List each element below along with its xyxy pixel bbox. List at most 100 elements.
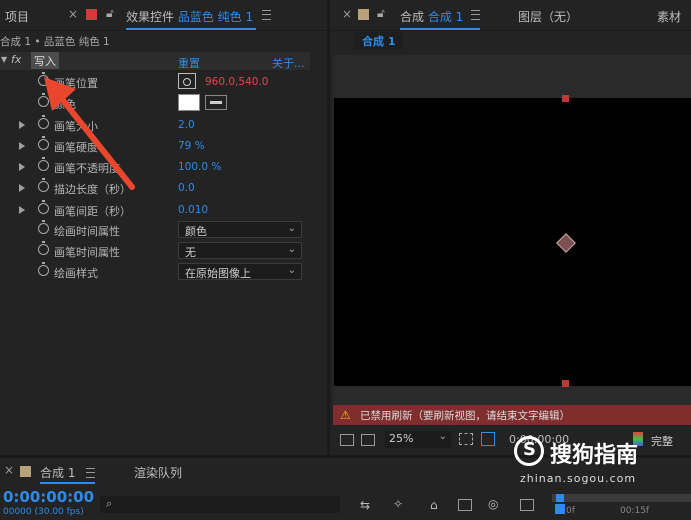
property-name: 绘画时间属性 (54, 225, 120, 238)
warning-bar: ⚠ 已禁用刷新（要刷新视图，请结束文字编辑） (333, 405, 691, 425)
tab-effects-controls[interactable]: 效果控件 品蓝色 纯色 1 (126, 8, 253, 25)
always-preview-icon[interactable] (340, 434, 354, 446)
color-swatch[interactable] (178, 94, 200, 111)
playhead[interactable] (555, 504, 565, 514)
comment-icon[interactable] (520, 499, 534, 511)
dropdown-value: 在原始图像上 (185, 267, 251, 280)
quality-dropdown[interactable]: 完整 (651, 433, 673, 449)
expand-icon[interactable] (19, 184, 25, 192)
tab-effects-label: 效果控件 (126, 10, 175, 24)
stopwatch-icon[interactable] (38, 241, 49, 255)
monitor-icon[interactable] (361, 434, 375, 446)
tab-layer[interactable]: 图层（无） (518, 8, 578, 25)
tab-render-queue[interactable]: 渲染队列 (134, 464, 182, 481)
stopwatch-icon[interactable] (38, 262, 49, 276)
warning-text: 已禁用刷新（要刷新视图，请结束文字编辑） (360, 410, 570, 422)
panel-menu-icon[interactable] (262, 10, 271, 20)
paint-style-dropdown[interactable]: 在原始图像上 ⌄ (178, 263, 302, 280)
lock-icon[interactable]: 🔓︎ (106, 6, 114, 21)
brush-position-value[interactable]: 960.0,540.0 (205, 76, 268, 88)
ruler-end: 00:15f (620, 506, 650, 516)
composition-canvas[interactable] (334, 95, 691, 387)
property-name: 画笔间距（秒） (54, 205, 131, 218)
close-icon[interactable]: × (68, 7, 78, 21)
panel-menu-icon[interactable] (471, 10, 480, 20)
tab-timeline-comp[interactable]: 合成 1 (40, 464, 75, 481)
expand-icon[interactable] (19, 163, 25, 171)
work-area-bar[interactable] (552, 494, 691, 502)
bounding-handle-bottom[interactable] (562, 380, 569, 387)
tab-effects-layer: 品蓝色 纯色 1 (177, 10, 254, 24)
reset-link[interactable]: 重置 (178, 55, 200, 71)
grid-guides-icon[interactable] (459, 433, 473, 445)
property-name: 绘画样式 (54, 267, 98, 280)
graph-editor-icon[interactable]: ◎ (488, 497, 498, 511)
property-value[interactable]: 2.0 (178, 119, 195, 131)
property-row-paint-style: 绘画样式 在原始图像上 ⌄ (0, 262, 310, 283)
fx-icon[interactable]: fx (11, 53, 21, 66)
effects-control-panel: 项目 × 🔓︎ 效果控件 品蓝色 纯色 1 合成 1 • 品蓝色 纯色 1 ▼ … (0, 0, 327, 455)
motion-blur-icon[interactable] (458, 499, 472, 511)
comp-chip[interactable]: 合成 1 (354, 32, 404, 49)
active-tab-underline (40, 482, 95, 484)
tab-composition[interactable]: 合成 合成 1 (400, 8, 463, 25)
search-input[interactable]: ⌕ (100, 496, 340, 513)
chevron-down-icon: ⌄ (287, 265, 296, 276)
eyedropper-icon[interactable] (205, 95, 227, 110)
property-row-brush-time-props: 画笔时间属性 无 ⌄ (0, 241, 310, 262)
work-area-start-handle[interactable] (556, 494, 564, 502)
breadcrumb: 合成 1 • 品蓝色 纯色 1 (0, 36, 110, 48)
property-value[interactable]: 0.0 (178, 182, 195, 194)
mask-visibility-icon[interactable] (481, 432, 495, 446)
stopwatch-icon[interactable] (38, 220, 49, 234)
layer-color-swatch (86, 9, 97, 20)
brush-time-props-dropdown[interactable]: 无 ⌄ (178, 242, 302, 259)
dropdown-value: 颜色 (185, 225, 207, 238)
expand-icon[interactable] (19, 121, 25, 129)
bounding-handle-top[interactable] (562, 95, 569, 102)
active-tab-underline (126, 28, 256, 30)
zoom-dropdown[interactable]: 25% ⌄ (385, 431, 451, 448)
panel-menu-icon[interactable] (86, 468, 95, 478)
comp-color-swatch (358, 9, 369, 20)
shy-layers-icon[interactable]: ⇆ (360, 498, 370, 512)
tab-comp-name: 合成 1 (427, 10, 464, 24)
close-icon[interactable]: × (342, 7, 352, 21)
property-row-paint-time-props: 绘画时间属性 颜色 ⌄ (0, 220, 310, 241)
zoom-value: 25% (389, 432, 414, 445)
chevron-down-icon: ⌄ (287, 223, 296, 234)
property-name: 画笔时间属性 (54, 246, 120, 259)
tab-project[interactable]: 项目 (5, 8, 29, 25)
comp-color-swatch (20, 466, 31, 477)
tab-comp-label: 合成 (400, 10, 425, 24)
anchor-point-icon[interactable] (556, 233, 576, 253)
warning-icon: ⚠ (340, 408, 351, 422)
chevron-down-icon: ⌄ (287, 244, 296, 255)
lock-icon[interactable]: 🔓︎ (377, 6, 385, 21)
property-value[interactable]: 100.0 % (178, 161, 221, 173)
effect-name[interactable]: 写入 (31, 52, 59, 69)
dropdown-value: 无 (185, 246, 196, 259)
ruler-start: 0f (566, 506, 575, 516)
expand-icon[interactable] (19, 142, 25, 150)
draft-3d-icon[interactable]: ✧ (393, 497, 403, 511)
crosshair-icon[interactable] (178, 73, 196, 89)
property-row-brush-spacing: 画笔间距（秒） 0.010 (0, 200, 310, 221)
expand-icon[interactable] (19, 206, 25, 214)
watermark-url: zhinan.sogou.com (520, 472, 637, 485)
expand-triangle-icon[interactable]: ▼ (1, 55, 7, 64)
sogou-logo-icon: S (514, 436, 544, 466)
active-tab-underline (400, 28, 480, 30)
frame-blending-icon[interactable]: ⌂ (430, 498, 438, 512)
property-value[interactable]: 0.010 (178, 204, 208, 216)
annotation-arrow-icon (44, 77, 135, 190)
close-icon[interactable]: × (4, 463, 14, 477)
stopwatch-icon[interactable] (38, 200, 49, 214)
about-link[interactable]: 关于... (272, 55, 305, 71)
paint-time-props-dropdown[interactable]: 颜色 ⌄ (178, 221, 302, 238)
property-value[interactable]: 79 % (178, 140, 205, 152)
search-icon: ⌕ (106, 497, 113, 510)
tab-footage[interactable]: 素材 (657, 8, 681, 25)
watermark-brand: 搜狗指南 (550, 443, 639, 468)
current-timecode[interactable]: 0:00:00:00 (3, 488, 94, 506)
